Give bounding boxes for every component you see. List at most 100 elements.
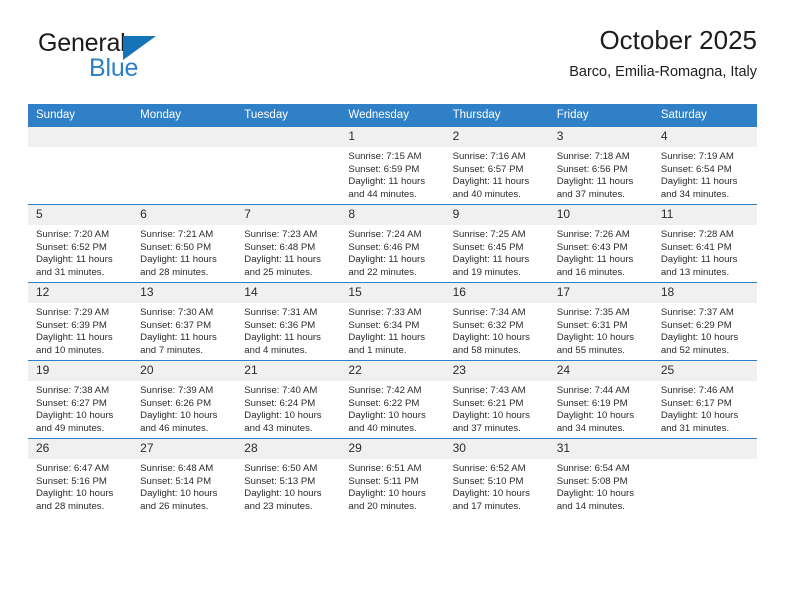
- daylight-duration-line-1: Daylight: 10 hours: [452, 410, 530, 421]
- sunset-time: Sunset: 6:56 PM: [556, 163, 628, 175]
- day-details: Sunrise: 7:15 AM Sunset: 6:59 PM Daylight:…: [340, 147, 444, 201]
- calendar-day-cell[interactable]: 21 Sunrise: 7:40 AM Sunset: 6:24 PM Dayligh…: [236, 360, 341, 439]
- day-details: Sunrise: 7:33 AM Sunset: 6:34 PM Daylight:…: [340, 303, 444, 357]
- day-number: 2: [444, 127, 549, 147]
- calendar-day-cell-empty: [236, 127, 341, 205]
- calendar-day-cell[interactable]: 3 Sunrise: 7:18 AM Sunset: 6:56 PM Daylight…: [548, 127, 653, 205]
- daylight-duration-line-2: and 58 minutes.: [452, 344, 521, 356]
- day-details: Sunrise: 7:43 AM Sunset: 6:21 PM Daylight:…: [445, 381, 549, 435]
- daylight-duration-line-1: Daylight: 11 hours: [140, 254, 217, 265]
- day-details: Sunrise: 7:29 AM Sunset: 6:39 PM Daylight:…: [28, 303, 132, 357]
- sunset-time: Sunset: 6:37 PM: [140, 319, 212, 331]
- day-details: Sunrise: 7:38 AM Sunset: 6:27 PM Daylight:…: [28, 381, 132, 435]
- daylight-duration-line-1: Daylight: 10 hours: [556, 488, 635, 499]
- day-number: 3: [548, 127, 653, 147]
- calendar-week-row: 19 Sunrise: 7:38 AM Sunset: 6:27 PM Dayligh…: [28, 360, 757, 439]
- calendar-day-cell[interactable]: 10 Sunrise: 7:26 AM Sunset: 6:43 PM Dayligh…: [548, 204, 653, 283]
- calendar-day-cell[interactable]: 26 Sunrise: 6:47 AM Sunset: 5:16 PM Dayligh…: [28, 438, 133, 516]
- calendar-day-cell[interactable]: 30 Sunrise: 6:52 AM Sunset: 5:10 PM Dayligh…: [444, 438, 549, 516]
- day-details: Sunrise: 7:28 AM Sunset: 6:41 PM Daylight:…: [653, 225, 757, 279]
- sunrise-time: Sunrise: 6:48 AM: [140, 463, 214, 474]
- sunrise-time: Sunrise: 6:52 AM: [452, 463, 526, 474]
- calendar-day-cell[interactable]: 22 Sunrise: 7:42 AM Sunset: 6:22 PM Dayligh…: [340, 360, 445, 439]
- calendar-day-cell[interactable]: 13 Sunrise: 7:30 AM Sunset: 6:37 PM Dayligh…: [132, 282, 237, 361]
- daylight-duration-line-2: and 31 minutes.: [660, 422, 730, 434]
- sunrise-time: Sunrise: 7:42 AM: [348, 385, 422, 396]
- day-details: Sunrise: 7:19 AM Sunset: 6:54 PM Daylight:…: [653, 147, 757, 201]
- day-number: 12: [28, 283, 133, 303]
- daylight-duration-line-1: Daylight: 11 hours: [660, 176, 738, 187]
- day-details: Sunrise: 7:34 AM Sunset: 6:32 PM Daylight:…: [445, 303, 549, 357]
- day-number: 13: [132, 283, 237, 303]
- calendar-day-cell[interactable]: 28 Sunrise: 6:50 AM Sunset: 5:13 PM Dayligh…: [236, 438, 341, 516]
- sunrise-time: Sunrise: 7:40 AM: [244, 385, 318, 396]
- daylight-duration-line-1: Daylight: 11 hours: [348, 254, 426, 265]
- day-number: 14: [236, 283, 341, 303]
- general-blue-logo[interactable]: General Blue: [28, 26, 248, 86]
- day-details: Sunrise: 6:50 AM Sunset: 5:13 PM Daylight:…: [236, 459, 340, 513]
- daylight-duration-line-1: Daylight: 10 hours: [556, 410, 635, 421]
- calendar-day-cell[interactable]: 9 Sunrise: 7:25 AM Sunset: 6:45 PM Daylight…: [444, 204, 549, 283]
- daylight-duration-line-2: and 40 minutes.: [452, 188, 521, 200]
- calendar-day-cell[interactable]: 29 Sunrise: 6:51 AM Sunset: 5:11 PM Dayligh…: [340, 438, 445, 516]
- calendar-day-cell[interactable]: 12 Sunrise: 7:29 AM Sunset: 6:39 PM Dayligh…: [28, 282, 133, 361]
- day-details: Sunrise: 7:39 AM Sunset: 6:26 PM Daylight:…: [132, 381, 236, 435]
- day-number: 31: [548, 439, 653, 459]
- daylight-duration-line-1: Daylight: 10 hours: [36, 410, 114, 421]
- calendar-day-cell[interactable]: 1 Sunrise: 7:15 AM Sunset: 6:59 PM Daylight…: [340, 127, 445, 205]
- calendar-day-cell[interactable]: 31 Sunrise: 6:54 AM Sunset: 5:08 PM Dayligh…: [548, 438, 653, 516]
- daylight-duration-line-1: Daylight: 10 hours: [660, 410, 739, 421]
- weekday-header-thursday: Thursday: [444, 104, 549, 127]
- daylight-duration-line-1: Daylight: 11 hours: [244, 332, 321, 343]
- day-number: 10: [548, 205, 653, 225]
- calendar-day-cell[interactable]: 16 Sunrise: 7:34 AM Sunset: 6:32 PM Dayligh…: [444, 282, 549, 361]
- sunrise-time: Sunrise: 7:26 AM: [556, 229, 630, 240]
- calendar-day-cell[interactable]: 6 Sunrise: 7:21 AM Sunset: 6:50 PM Daylight…: [132, 204, 237, 283]
- day-number: 28: [236, 439, 341, 459]
- sunrise-time: Sunrise: 7:44 AM: [556, 385, 630, 396]
- calendar-day-cell[interactable]: 17 Sunrise: 7:35 AM Sunset: 6:31 PM Dayligh…: [548, 282, 653, 361]
- calendar-day-cell[interactable]: 2 Sunrise: 7:16 AM Sunset: 6:57 PM Daylight…: [444, 127, 549, 205]
- day-details: Sunrise: 6:47 AM Sunset: 5:16 PM Daylight:…: [28, 459, 132, 513]
- calendar-day-cell[interactable]: 5 Sunrise: 7:20 AM Sunset: 6:52 PM Daylight…: [28, 204, 133, 283]
- weekday-header-monday: Monday: [132, 104, 237, 127]
- sunrise-time: Sunrise: 7:19 AM: [660, 151, 734, 162]
- calendar-day-cell[interactable]: 15 Sunrise: 7:33 AM Sunset: 6:34 PM Dayligh…: [340, 282, 445, 361]
- sunrise-time: Sunrise: 6:50 AM: [244, 463, 318, 474]
- sunrise-time: Sunrise: 6:47 AM: [36, 463, 110, 474]
- calendar-week-row: 5 Sunrise: 7:20 AM Sunset: 6:52 PM Daylight…: [28, 204, 757, 283]
- daylight-duration-line-1: Daylight: 11 hours: [140, 332, 217, 343]
- daylight-duration-line-1: Daylight: 11 hours: [244, 254, 321, 265]
- daylight-duration-line-2: and 34 minutes.: [556, 422, 625, 434]
- day-number: 5: [28, 205, 133, 225]
- calendar-day-cell[interactable]: 25 Sunrise: 7:46 AM Sunset: 6:17 PM Dayligh…: [652, 360, 757, 439]
- calendar-day-cell[interactable]: 24 Sunrise: 7:44 AM Sunset: 6:19 PM Dayligh…: [548, 360, 653, 439]
- daylight-duration-line-1: Daylight: 10 hours: [244, 488, 322, 499]
- weekday-header-saturday: Saturday: [652, 104, 757, 127]
- daylight-duration-line-2: and 22 minutes.: [348, 266, 417, 278]
- sunset-time: Sunset: 5:14 PM: [140, 475, 212, 487]
- day-details: Sunrise: 7:18 AM Sunset: 6:56 PM Daylight:…: [549, 147, 653, 201]
- calendar-day-cell[interactable]: 18 Sunrise: 7:37 AM Sunset: 6:29 PM Dayligh…: [652, 282, 757, 361]
- calendar-day-cell[interactable]: 7 Sunrise: 7:23 AM Sunset: 6:48 PM Daylight…: [236, 204, 341, 283]
- calendar-day-cell[interactable]: 27 Sunrise: 6:48 AM Sunset: 5:14 PM Dayligh…: [132, 438, 237, 516]
- weekday-header-sunday: Sunday: [28, 104, 133, 127]
- calendar-day-cell[interactable]: 23 Sunrise: 7:43 AM Sunset: 6:21 PM Dayligh…: [444, 360, 549, 439]
- calendar-day-cell[interactable]: 11 Sunrise: 7:28 AM Sunset: 6:41 PM Dayligh…: [652, 204, 757, 283]
- day-details: Sunrise: 7:23 AM Sunset: 6:48 PM Daylight:…: [236, 225, 340, 279]
- sunset-time: Sunset: 6:24 PM: [244, 397, 316, 409]
- sunset-time: Sunset: 5:10 PM: [452, 475, 524, 487]
- calendar-day-cell[interactable]: 20 Sunrise: 7:39 AM Sunset: 6:26 PM Dayligh…: [132, 360, 237, 439]
- calendar-day-cell[interactable]: 8 Sunrise: 7:24 AM Sunset: 6:46 PM Daylight…: [340, 204, 445, 283]
- daylight-duration-line-2: and 28 minutes.: [36, 500, 105, 512]
- daylight-duration-line-1: Daylight: 11 hours: [348, 176, 426, 187]
- sunrise-time: Sunrise: 7:16 AM: [452, 151, 526, 162]
- calendar-day-cell[interactable]: 19 Sunrise: 7:38 AM Sunset: 6:27 PM Dayligh…: [28, 360, 133, 439]
- calendar-day-cell[interactable]: 4 Sunrise: 7:19 AM Sunset: 6:54 PM Daylight…: [652, 127, 757, 205]
- page-subtitle: Barco, Emilia-Romagna, Italy: [569, 63, 757, 80]
- day-number: [28, 127, 133, 147]
- daylight-duration-line-2: and 34 minutes.: [660, 188, 730, 200]
- calendar-day-cell[interactable]: 14 Sunrise: 7:31 AM Sunset: 6:36 PM Dayligh…: [236, 282, 341, 361]
- calendar-week-row: 26 Sunrise: 6:47 AM Sunset: 5:16 PM Dayligh…: [28, 438, 757, 516]
- sunset-time: Sunset: 6:46 PM: [348, 241, 420, 253]
